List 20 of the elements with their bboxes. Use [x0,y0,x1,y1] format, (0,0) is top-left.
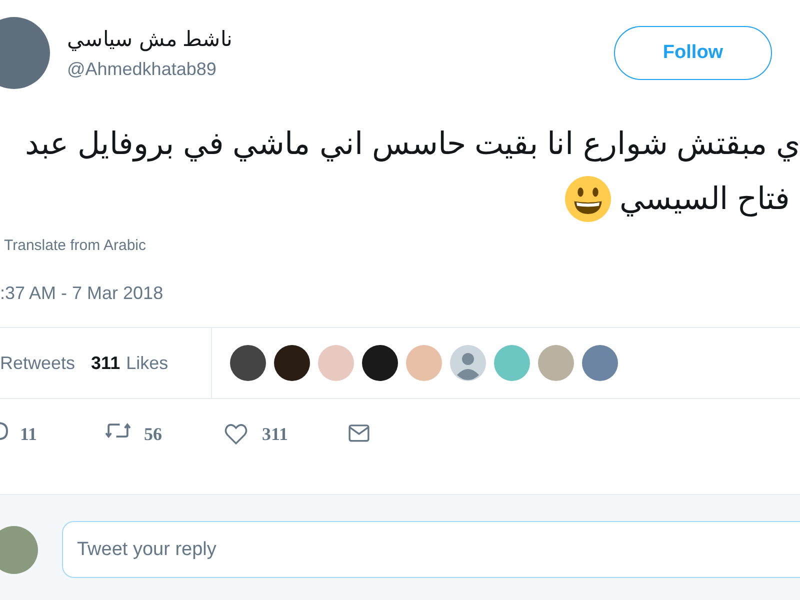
avatar-photo[interactable] [274,345,310,381]
reply-field[interactable]: Tweet your reply [62,521,800,578]
avatar-photo[interactable] [230,345,266,381]
tweet-text: فتاح السيسي [619,180,790,219]
stat-link[interactable]: 311 Likes [91,350,168,376]
tweet-text: ي مبقتش شوارع انا بقيت حاسس اني ماشي في بروفايل عبد [24,125,800,164]
user-avatar-photo [0,526,38,574]
action-count: 311 [262,422,288,446]
author-handle[interactable]: @Ahmedkhatab89 [67,58,233,80]
action-count: 56 [144,422,162,446]
timestamp: :37 AM - 7 Mar 2018 [0,282,164,304]
action-count: 11 [20,422,38,446]
stat-link[interactable]: Retweets [0,350,76,376]
smiley-emoji-icon [565,176,612,222]
avatar-photo[interactable] [362,345,398,381]
follow-button[interactable]: Follow [614,26,772,80]
heart-icon[interactable] [222,422,250,446]
translate-link[interactable]: Translate from Arabic [4,236,800,256]
author-name[interactable]: ناشط مش سياسي [67,26,233,54]
default-avatar-icon[interactable] [450,345,486,381]
